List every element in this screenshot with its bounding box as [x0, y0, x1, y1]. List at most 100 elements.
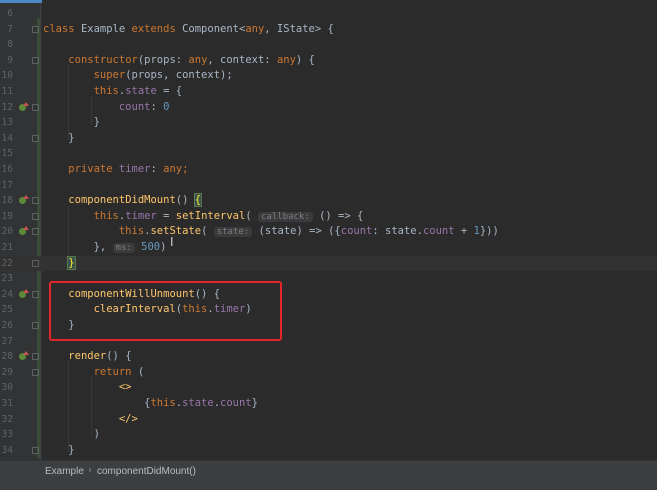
line-number: 8 [7, 39, 13, 51]
code-line[interactable]: 12 count: 0 [0, 100, 657, 116]
code-text[interactable]: private timer: any; [43, 162, 188, 178]
code-line[interactable]: 16 private timer: any; [0, 162, 657, 178]
code-text[interactable]: render() { [43, 349, 132, 365]
breadcrumb-separator-icon: › [88, 465, 92, 476]
code-text[interactable]: super(props, context); [43, 68, 233, 84]
code-text[interactable]: count: 0 [43, 100, 170, 116]
code-token: () { [106, 350, 132, 363]
line-number: 33 [1, 429, 13, 441]
code-text[interactable]: } [43, 443, 74, 459]
code-line[interactable]: 7 class Example extends Component<any, IS… [0, 22, 657, 38]
code-text[interactable]: }, ms: 500) [43, 240, 166, 257]
code-token: ( [201, 225, 214, 238]
code-text[interactable]: this.setState( state: (state) => ({count… [43, 224, 499, 241]
fold-toggle-icon[interactable] [32, 290, 39, 298]
code-line[interactable]: 33 ) [0, 427, 657, 443]
fold-toggle-icon[interactable] [32, 322, 39, 329]
code-editor[interactable]: 6 7 class Example extends Component<any, I… [0, 0, 657, 460]
code-token: }, [43, 241, 113, 253]
code-line[interactable]: 28 render() { [0, 349, 657, 365]
code-text[interactable]: componentDidMount() { [43, 193, 203, 209]
code-token: ) [160, 241, 167, 253]
code-line[interactable]: 17 [0, 178, 657, 194]
code-token: render [68, 350, 107, 363]
code-token: count [340, 225, 373, 238]
code-text[interactable]: } [43, 131, 75, 147]
line-number: 25 [1, 304, 13, 316]
code-token: any [245, 22, 265, 35]
breadcrumb-item-class[interactable]: Example [45, 466, 84, 477]
fold-toggle-icon[interactable] [32, 134, 39, 142]
code-line[interactable]: 32 </> [0, 412, 657, 428]
code-token: + [454, 225, 474, 238]
code-token: any [188, 53, 208, 66]
code-line[interactable]: 21 }, ms: 500) [0, 240, 657, 256]
code-line[interactable]: 15 [0, 146, 657, 162]
code-line[interactable]: 30 <> [0, 380, 657, 396]
fold-toggle-icon[interactable] [32, 56, 39, 64]
code-line[interactable]: 6 [0, 6, 657, 22]
code-text[interactable]: constructor(props: any, context: any) { [43, 53, 315, 69]
code-text[interactable]: <> [43, 380, 132, 396]
fold-toggle-icon[interactable] [32, 25, 39, 33]
fold-toggle-icon[interactable] [32, 212, 39, 220]
line-number: 22 [1, 257, 13, 269]
code-token: { [43, 397, 151, 409]
code-token: private [68, 163, 119, 175]
mouse-cursor-icon: I [170, 235, 174, 249]
fold-toggle-icon[interactable] [32, 197, 39, 205]
code-line[interactable]: 31 {this.state.count} [0, 396, 657, 412]
code-line[interactable]: 14 } [0, 131, 657, 147]
fold-toggle-icon[interactable] [32, 368, 39, 376]
indent-guide [68, 206, 69, 256]
code-token: } [67, 255, 76, 270]
fold-toggle-icon[interactable] [32, 228, 39, 236]
active-tab-indicator [0, 0, 42, 3]
line-number: 27 [1, 335, 13, 347]
line-number: 10 [1, 70, 13, 82]
fold-toggle-icon[interactable] [32, 103, 39, 111]
code-line[interactable]: 19 this.timer = setInterval( callback: (… [0, 209, 657, 225]
line-number: 31 [1, 398, 13, 409]
code-line[interactable]: 8 [0, 37, 657, 53]
line-number: 16 [1, 164, 13, 175]
code-text[interactable]: this.state = { [43, 84, 183, 100]
code-text[interactable]: return ( [43, 365, 145, 381]
line-number: 29 [1, 366, 13, 378]
fold-toggle-icon[interactable] [32, 259, 39, 267]
fold-toggle-icon[interactable] [32, 353, 39, 361]
line-number: 32 [1, 413, 13, 425]
line-number: 34 [1, 444, 13, 456]
code-line[interactable]: 34 } [0, 443, 657, 459]
line-number: 19 [1, 210, 13, 222]
code-token: timer [118, 163, 151, 175]
code-line[interactable]: 18 componentDidMount() { [0, 193, 657, 209]
code-line[interactable]: 13 } [0, 115, 657, 131]
code-text[interactable]: {this.state.count} [43, 396, 258, 412]
code-text[interactable]: this.timer = setInterval( callback: () =… [43, 209, 363, 226]
line-number: 28 [1, 351, 13, 363]
code-text[interactable]: class Example extends Component<any, ISt… [43, 22, 334, 38]
override-marker-icon[interactable] [19, 195, 29, 205]
code-line[interactable]: 20 this.setState( state: (state) => ({co… [0, 224, 657, 240]
code-token: timer [125, 209, 157, 222]
fold-toggle-icon[interactable] [32, 446, 39, 454]
override-marker-icon[interactable] [19, 101, 29, 111]
code-text[interactable]: } [43, 255, 76, 272]
breadcrumb-item-method[interactable]: componentDidMount() [97, 466, 196, 477]
code-line[interactable]: 9 constructor(props: any, context: any) … [0, 53, 657, 69]
override-marker-icon[interactable] [19, 288, 29, 298]
code-line[interactable]: 11 this.state = { [0, 84, 657, 100]
code-token: this [118, 225, 145, 238]
code-token: } [43, 131, 75, 144]
code-line[interactable]: 29 return ( [0, 365, 657, 381]
override-marker-icon[interactable] [19, 226, 29, 236]
override-marker-icon[interactable] [19, 351, 29, 361]
code-line[interactable]: 22 } [0, 255, 657, 272]
code-line[interactable]: 10 super(props, context); [0, 68, 657, 84]
code-token: { [193, 193, 203, 208]
line-number: 11 [1, 86, 13, 97]
